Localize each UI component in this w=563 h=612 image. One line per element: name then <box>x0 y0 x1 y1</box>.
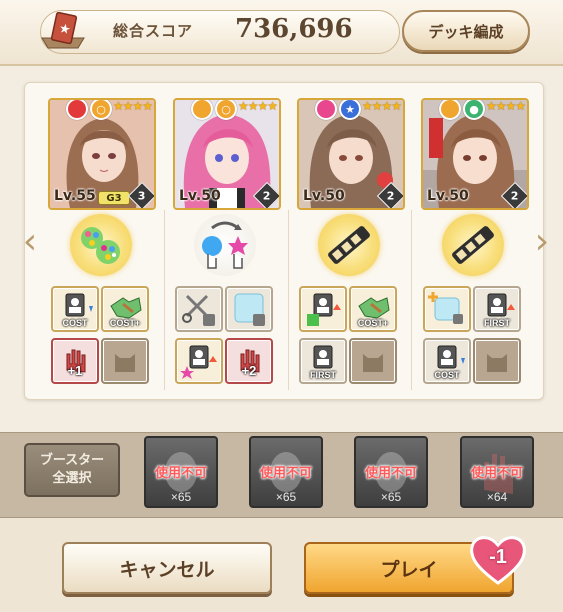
ability-slot-first[interactable]: FIRST <box>473 286 521 332</box>
ability-label: FIRST <box>310 370 336 380</box>
booster-quantity: ×65 <box>380 490 402 504</box>
ice-plus-icon <box>428 292 463 324</box>
attribute-icon <box>315 100 337 120</box>
ability-slot-cost-plus[interactable]: COST+ <box>349 286 397 332</box>
attribute-icon <box>66 100 88 120</box>
column-divider <box>411 210 412 390</box>
skill-icon-chain[interactable] <box>442 214 504 276</box>
ability-slot-ice-plus[interactable] <box>423 286 471 332</box>
deck-edit-button[interactable]: デッキ編成 <box>402 10 530 52</box>
ability-label: COST+ <box>357 318 389 328</box>
cat-silhouette-icon <box>115 354 135 372</box>
ability-slot-cost-down[interactable]: COST <box>423 338 471 384</box>
swap-gems-icon <box>202 221 248 269</box>
stamina-cost: -1 <box>489 546 507 568</box>
character-card-3[interactable]: ★ ★★★★ Lv.50 2 <box>297 98 405 210</box>
star-icon: ★ <box>339 100 361 120</box>
character-card-2[interactable]: ○ ★★★★ Lv.50 2 <box>173 98 281 210</box>
ability-label: COST <box>434 370 460 380</box>
ability-slot-lock-green[interactable] <box>299 286 347 332</box>
ability-label: FIRST <box>484 318 510 328</box>
booster-item-1[interactable]: 使用不可 ×65 <box>144 436 218 508</box>
unusable-label: 使用不可 <box>154 466 207 481</box>
booster-select-all-label-2: 全選択 <box>52 471 92 486</box>
unusable-label: 使用不可 <box>259 466 312 481</box>
limit-break-count: 2 <box>387 189 395 203</box>
ability-slot-first[interactable]: FIRST <box>299 338 347 384</box>
unusable-label: 使用不可 <box>364 466 417 481</box>
column-divider <box>288 210 289 390</box>
character-card-4[interactable]: ● ★★★★ Lv.50 2 <box>421 98 529 210</box>
deck-card-icon: ★ <box>41 12 85 49</box>
ice-block-icon <box>234 293 265 326</box>
rarity-stars: ★★★★ <box>485 99 526 113</box>
ability-slot-empty[interactable] <box>101 338 149 384</box>
character-level: Lv.50 <box>427 188 469 204</box>
unusable-label: 使用不可 <box>470 466 523 481</box>
ability-slot-cost-down[interactable]: COST <box>51 286 99 332</box>
character-level: Lv.50 <box>303 188 345 204</box>
lock-star-icon <box>180 345 217 379</box>
booster-item-3[interactable]: 使用不可 ×65 <box>354 436 428 508</box>
total-score-value: 736,696 <box>235 14 353 44</box>
ability-label: COST+ <box>109 318 141 328</box>
cat-silhouette-icon <box>487 354 507 372</box>
booster-quantity: ×64 <box>486 490 508 504</box>
character-level: Lv.50 <box>179 188 221 204</box>
total-score-label: 総合スコア <box>113 22 194 40</box>
ability-slot-scissors-lock[interactable] <box>175 286 223 332</box>
skill-icon-chain[interactable] <box>318 214 380 276</box>
chain-block-icon <box>452 226 494 264</box>
skill-icon-candies[interactable] <box>70 214 132 276</box>
cat-silhouette-icon <box>363 354 383 372</box>
next-arrow-icon[interactable]: › <box>530 222 554 262</box>
rarity-stars: ★★★★ <box>361 99 402 113</box>
booster-select-all-button[interactable]: ブースター 全選択 <box>24 443 120 497</box>
ability-slot-ice-block[interactable] <box>225 286 273 332</box>
limit-break-count: 3 <box>138 189 146 203</box>
ability-slot-lock-star[interactable] <box>175 338 223 384</box>
prev-arrow-icon[interactable]: ‹ <box>18 222 42 262</box>
ability-label: +1 <box>67 363 83 378</box>
ability-slot-hand-plus[interactable]: +2 <box>225 338 273 384</box>
character-level: Lv.55 <box>54 188 96 204</box>
ability-slot-empty[interactable] <box>473 338 521 384</box>
attribute-icon <box>191 100 213 120</box>
circle-icon: ○ <box>215 100 237 120</box>
rarity-stars: ★★★★ <box>112 99 153 113</box>
skill-icon-swap[interactable] <box>194 214 256 276</box>
circle-icon: ● <box>463 100 485 120</box>
limit-break-count: 2 <box>511 189 519 203</box>
booster-item-4[interactable]: 使用不可 ×64 <box>460 436 534 508</box>
ability-label: +2 <box>241 363 257 378</box>
cancel-button[interactable]: キャンセル <box>62 542 272 594</box>
character-card-1[interactable]: ○ ★★★★ Lv.55 G3 3 <box>48 98 156 210</box>
booster-select-all-label-1: ブースター <box>39 453 105 468</box>
lock-green-icon <box>307 293 341 326</box>
candy-balls-icon <box>81 227 120 264</box>
booster-quantity: ×65 <box>170 490 192 504</box>
column-divider <box>164 210 165 390</box>
ability-slot-empty[interactable] <box>349 338 397 384</box>
attribute-icon <box>439 100 461 120</box>
scissors-lock-icon <box>182 294 215 326</box>
circle-icon: ○ <box>90 100 112 120</box>
chain-block-icon <box>328 226 370 264</box>
booster-quantity: ×65 <box>275 490 297 504</box>
ability-slot-hand-plus[interactable]: +1 <box>51 338 99 384</box>
grade-badge: G3 <box>98 191 130 205</box>
limit-break-count: 2 <box>263 189 271 203</box>
booster-item-2[interactable]: 使用不可 ×65 <box>249 436 323 508</box>
rarity-stars: ★★★★ <box>237 99 278 113</box>
ability-slot-cost-plus[interactable]: COST+ <box>101 286 149 332</box>
ability-label: COST <box>62 318 88 328</box>
